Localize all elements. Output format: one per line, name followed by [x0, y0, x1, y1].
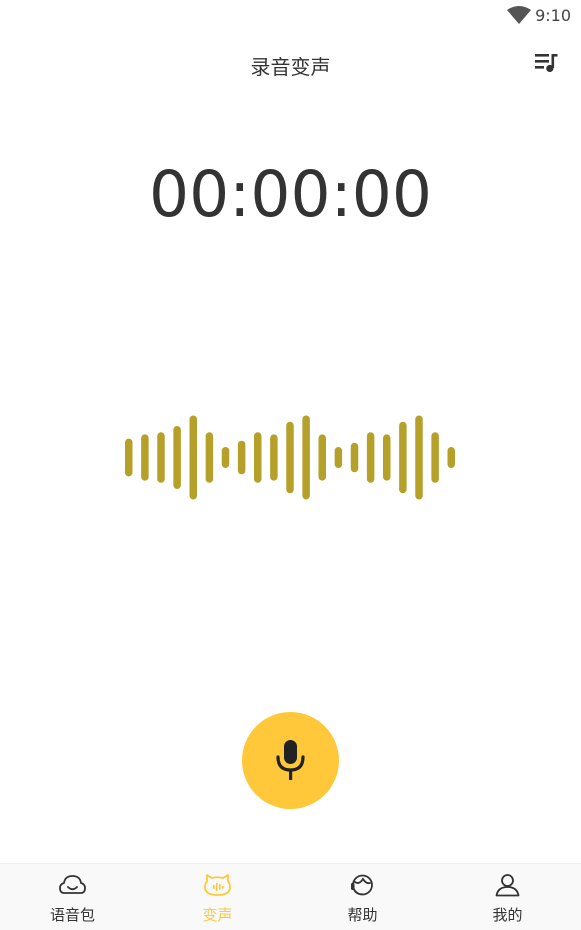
page-title: 录音变声 — [250, 55, 331, 79]
waveform-bar — [334, 447, 343, 468]
nav-label-voice-change: 变声 — [202, 906, 233, 924]
waveform-bar — [173, 426, 181, 489]
help-headset-icon — [351, 874, 373, 896]
waveform-bar — [221, 447, 230, 468]
status-time: 9:10 — [535, 6, 571, 25]
waveform-bar — [125, 438, 133, 477]
waveform-bar — [189, 415, 197, 500]
recording-timer: 00:00:00 — [149, 158, 432, 231]
waveform-bar — [447, 447, 455, 468]
microphone-icon — [276, 740, 305, 780]
waveform-bar — [415, 415, 423, 500]
waveform-bar — [254, 432, 262, 483]
waveform-bar — [431, 432, 439, 483]
nav-label-voice-pack: 语音包 — [49, 906, 95, 924]
nav-item-voice-change[interactable]: 变声 — [145, 864, 290, 930]
voice-change-icon — [204, 874, 231, 896]
waveform-bar — [270, 434, 278, 481]
app-bar: 录音变声 — [0, 38, 581, 88]
waveform-bar — [237, 440, 246, 475]
waveform-bar — [383, 434, 391, 481]
waveform-bar — [318, 434, 326, 481]
nav-label-help: 帮助 — [347, 906, 378, 924]
nav-item-voice-pack[interactable]: 语音包 — [0, 864, 145, 930]
waveform-bar — [350, 442, 359, 473]
bottom-navigation: 语音包 变声 帮助 我的 — [0, 863, 581, 930]
waveform-bar — [157, 432, 165, 483]
waveform-bar — [141, 434, 149, 481]
voice-pack-icon — [59, 875, 86, 894]
waveform-bar — [366, 432, 375, 483]
waveform-bar — [286, 421, 294, 494]
nav-label-profile: 我的 — [492, 906, 523, 924]
waveform-bar — [205, 432, 214, 483]
status-bar: 9:10 — [0, 0, 581, 32]
waveform-bar — [302, 415, 310, 500]
waveform-bar — [399, 421, 407, 494]
playlist-music-icon[interactable] — [533, 51, 559, 75]
audio-waveform — [125, 415, 455, 500]
wifi-icon — [507, 6, 531, 24]
profile-icon — [495, 874, 520, 897]
record-button[interactable] — [242, 712, 339, 809]
nav-item-help[interactable]: 帮助 — [290, 864, 435, 930]
nav-item-profile[interactable]: 我的 — [435, 864, 580, 930]
